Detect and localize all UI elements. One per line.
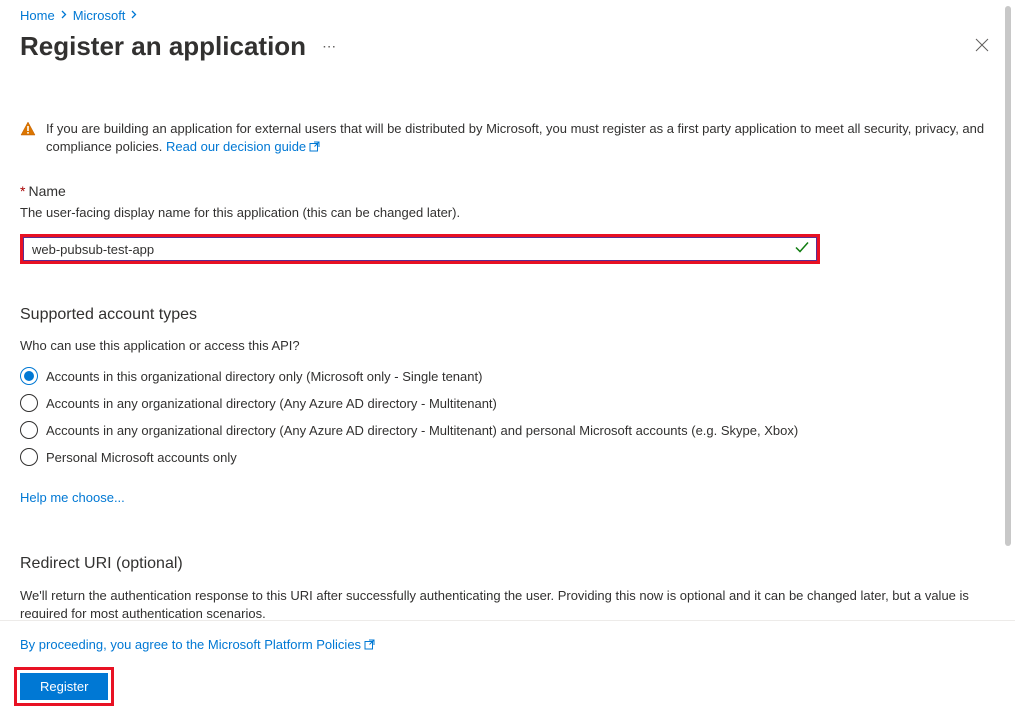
radio-label: Accounts in any organizational directory… (46, 423, 798, 438)
radio-icon (20, 367, 38, 385)
account-types-radio-group: Accounts in this organizational director… (20, 367, 995, 466)
scrollbar-thumb[interactable] (1005, 6, 1011, 546)
redirect-uri-title: Redirect URI (optional) (20, 555, 995, 573)
close-icon (975, 38, 989, 52)
breadcrumb-home[interactable]: Home (20, 8, 55, 23)
name-hint: The user-facing display name for this ap… (20, 205, 995, 220)
warning-banner: If you are building an application for e… (20, 120, 995, 157)
footer: By proceeding, you agree to the Microsof… (0, 620, 1015, 720)
close-button[interactable] (975, 36, 995, 57)
required-indicator: * (20, 183, 25, 199)
register-button-highlight: Register (14, 667, 114, 706)
name-label: *Name (20, 183, 995, 199)
page-title: Register an application (20, 31, 306, 62)
chevron-right-icon (61, 10, 67, 22)
radio-multitenant-personal[interactable]: Accounts in any organizational directory… (20, 421, 995, 439)
account-types-question: Who can use this application or access t… (20, 338, 995, 353)
external-link-icon (309, 139, 320, 157)
breadcrumb: Home Microsoft (20, 8, 995, 23)
radio-label: Personal Microsoft accounts only (46, 450, 237, 465)
redirect-uri-description: We'll return the authentication response… (20, 587, 995, 618)
register-button[interactable]: Register (20, 673, 108, 700)
chevron-right-icon (131, 10, 137, 22)
help-me-choose-link[interactable]: Help me choose... (20, 490, 125, 505)
platform-policies-link[interactable]: By proceeding, you agree to the Microsof… (20, 637, 375, 652)
radio-label: Accounts in any organizational directory… (46, 396, 497, 411)
radio-label: Accounts in this organizational director… (46, 369, 482, 384)
decision-guide-link[interactable]: Read our decision guide (166, 139, 320, 154)
radio-single-tenant[interactable]: Accounts in this organizational director… (20, 367, 995, 385)
breadcrumb-microsoft[interactable]: Microsoft (73, 8, 126, 23)
name-input[interactable] (23, 237, 817, 261)
radio-icon (20, 448, 38, 466)
radio-multitenant[interactable]: Accounts in any organizational directory… (20, 394, 995, 412)
check-icon (795, 242, 809, 257)
name-input-highlight (20, 234, 820, 264)
warning-icon (20, 121, 36, 140)
policy-agreement: By proceeding, you agree to the Microsof… (20, 637, 995, 653)
account-types-title: Supported account types (20, 306, 995, 324)
warning-text: If you are building an application for e… (46, 120, 995, 157)
scrollbar[interactable] (1005, 6, 1011, 610)
external-link-icon (364, 638, 375, 653)
radio-icon (20, 394, 38, 412)
radio-icon (20, 421, 38, 439)
page-header: Register an application ⋯ (20, 31, 995, 62)
more-menu-icon[interactable]: ⋯ (322, 38, 337, 55)
radio-personal-only[interactable]: Personal Microsoft accounts only (20, 448, 995, 466)
